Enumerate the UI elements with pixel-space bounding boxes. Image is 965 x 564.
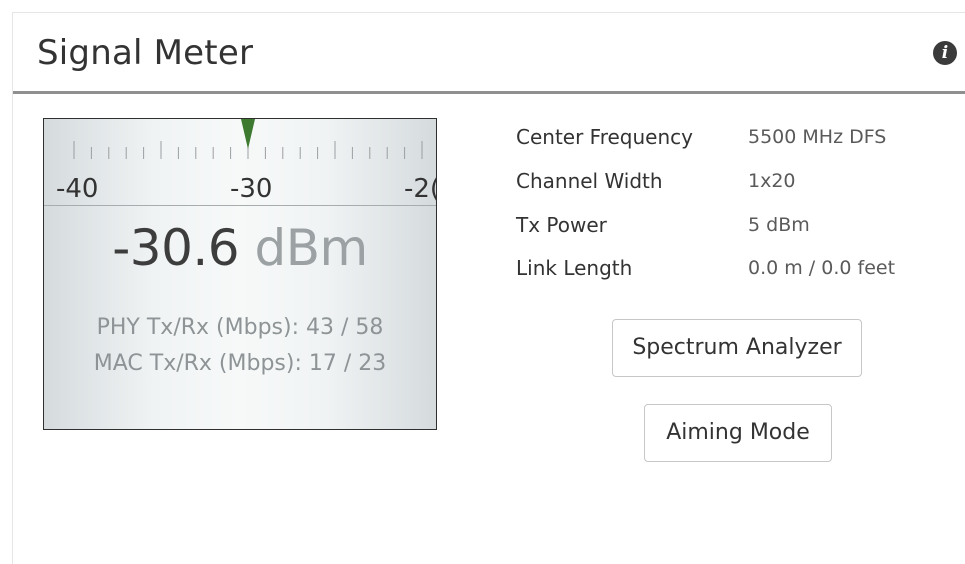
panel-header: Signal Meter i xyxy=(13,13,965,94)
scale-label-mid: -30 xyxy=(230,174,273,204)
spectrum-analyzer-button[interactable]: Spectrum Analyzer xyxy=(612,319,862,377)
signal-value: -30.6 xyxy=(112,219,240,277)
info-label-tx-power: Tx Power xyxy=(516,213,607,237)
info-row: Channel Width 1x20 xyxy=(516,169,936,199)
info-value-tx-power: 5 dBm xyxy=(748,214,810,236)
scale-label-min: -40 xyxy=(56,174,99,204)
info-value-channel-width: 1x20 xyxy=(748,170,796,192)
signal-reading: -30.6 dBm xyxy=(44,219,436,277)
info-row: Center Frequency 5500 MHz DFS xyxy=(516,125,936,155)
info-row: Tx Power 5 dBm xyxy=(516,213,936,243)
signal-pointer xyxy=(241,119,255,149)
signal-unit: dBm xyxy=(254,219,369,277)
info-label-link-length: Link Length xyxy=(516,256,633,280)
info-label-center-frequency: Center Frequency xyxy=(516,125,693,149)
info-row: Link Length 0.0 m / 0.0 feet xyxy=(516,256,936,286)
panel-title: Signal Meter xyxy=(37,33,254,73)
info-value-link-length: 0.0 m / 0.0 feet xyxy=(748,257,896,279)
scale-label-max: -2( xyxy=(404,174,437,204)
phy-rate: PHY Tx/Rx (Mbps): 43 / 58 xyxy=(96,315,384,340)
mac-rate: MAC Tx/Rx (Mbps): 17 / 23 xyxy=(93,351,387,376)
signal-meter-gauge: -40 -30 -2( -30.6 dBm PHY Tx/Rx (Mbps): … xyxy=(43,118,437,430)
info-icon[interactable]: i xyxy=(933,41,957,65)
meter-scale: -40 -30 -2( xyxy=(44,119,436,206)
info-label-channel-width: Channel Width xyxy=(516,169,663,193)
aiming-mode-button[interactable]: Aiming Mode xyxy=(644,404,832,462)
info-value-center-frequency: 5500 MHz DFS xyxy=(748,126,887,148)
